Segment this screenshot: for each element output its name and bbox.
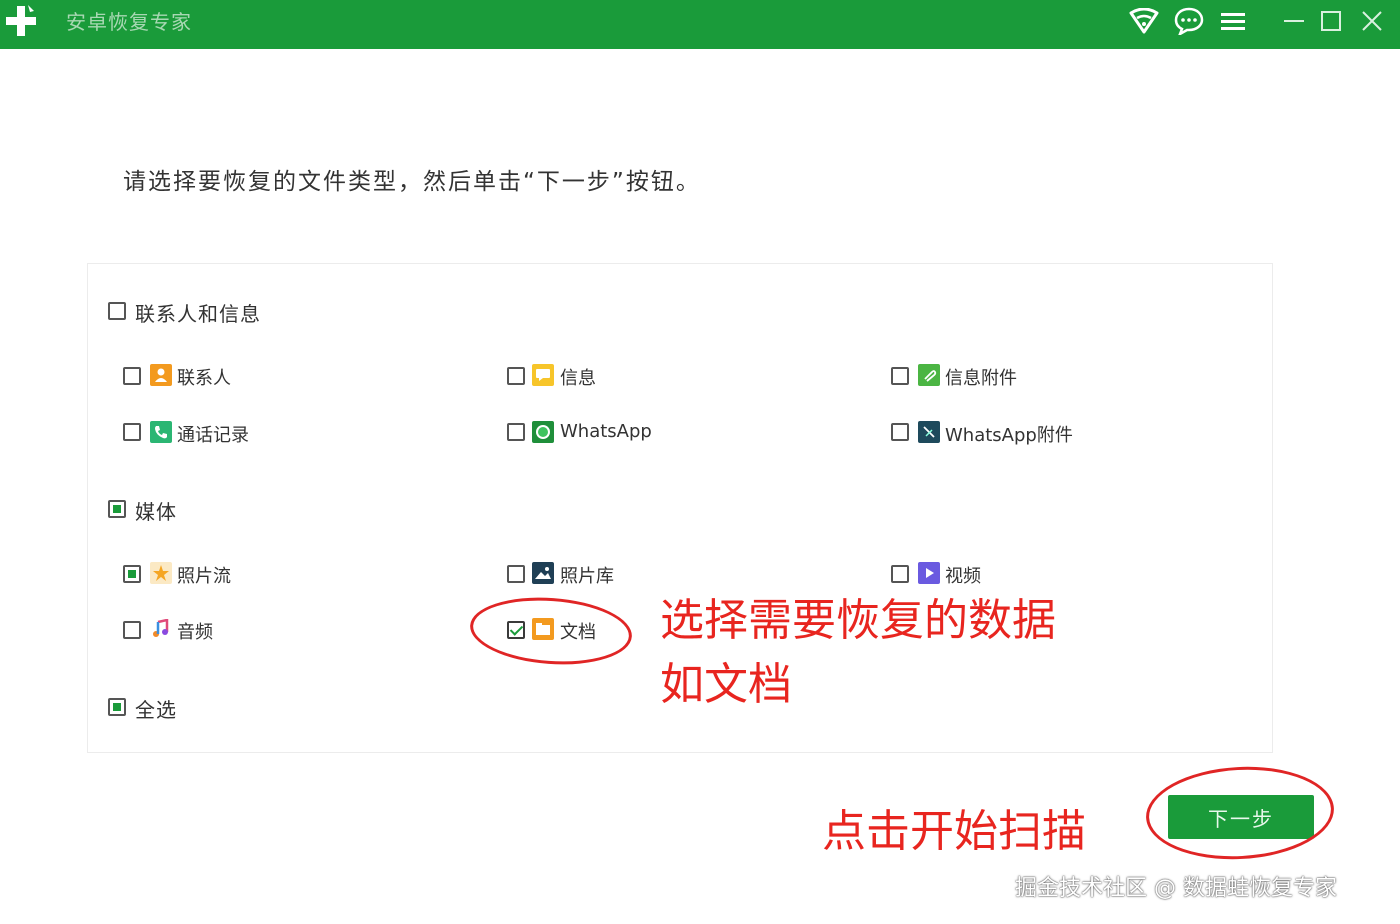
- contacts-messages-group-label: 联系人和信息: [135, 302, 261, 326]
- start-scan-annotation: 点击开始扫描: [822, 806, 1086, 857]
- instruction-text: 请选择要恢复的文件类型，然后单击“下一步”按钮。: [123, 169, 701, 195]
- maximize-icon[interactable]: [1316, 6, 1346, 36]
- select-data-annotation-line2: 如文档: [660, 659, 792, 710]
- music-note-icon: [150, 618, 172, 640]
- close-icon[interactable]: [1357, 6, 1387, 36]
- phone-icon: [150, 421, 172, 443]
- menu-icon[interactable]: [1218, 6, 1248, 36]
- messages-checkbox[interactable]: [507, 367, 525, 385]
- video-label: 视频: [945, 566, 981, 587]
- whatsapp-attachments-icon: [918, 421, 940, 443]
- select-data-annotation: 选择需要恢复的数据 如文档: [660, 592, 1056, 714]
- media-group-label: 媒体: [135, 500, 177, 524]
- minimize-icon[interactable]: [1279, 6, 1309, 36]
- whatsapp-icon: [532, 421, 554, 443]
- title-bar: 安卓恢复专家: [0, 0, 1400, 49]
- app-title: 安卓恢复专家: [66, 10, 192, 34]
- whatsapp-checkbox[interactable]: [507, 423, 525, 441]
- next-button-highlight-circle: [1143, 762, 1337, 864]
- star-icon: [150, 562, 172, 584]
- select-all-label: 全选: [135, 698, 177, 722]
- call-log-checkbox[interactable]: [123, 423, 141, 441]
- message-attachments-label: 信息附件: [945, 368, 1017, 389]
- whatsapp-attachments-checkbox[interactable]: [891, 423, 909, 441]
- call-log-label: 通话记录: [177, 425, 249, 446]
- chat-icon[interactable]: [1174, 6, 1204, 36]
- contacts-label: 联系人: [177, 368, 231, 389]
- whatsapp-attachments-label: WhatsApp附件: [945, 425, 1073, 446]
- wifi-icon[interactable]: [1129, 6, 1159, 36]
- photo-library-label: 照片库: [560, 566, 614, 587]
- photo-stream-label: 照片流: [177, 566, 231, 587]
- select-all-checkbox[interactable]: [108, 698, 126, 716]
- photo-library-checkbox[interactable]: [507, 565, 525, 583]
- contacts-checkbox[interactable]: [123, 367, 141, 385]
- contacts-icon: [150, 364, 172, 386]
- video-icon: [918, 562, 940, 584]
- messages-icon: [532, 364, 554, 386]
- message-attachments-icon: [918, 364, 940, 386]
- photo-stream-checkbox[interactable]: [123, 565, 141, 583]
- messages-label: 信息: [560, 368, 596, 389]
- select-data-annotation-line1: 选择需要恢复的数据: [660, 595, 1056, 646]
- contacts-messages-group-checkbox[interactable]: [108, 302, 126, 320]
- video-checkbox[interactable]: [891, 565, 909, 583]
- photo-library-icon: [532, 562, 554, 584]
- media-group-checkbox[interactable]: [108, 500, 126, 518]
- audio-checkbox[interactable]: [123, 621, 141, 639]
- message-attachments-checkbox[interactable]: [891, 367, 909, 385]
- audio-label: 音频: [177, 622, 213, 643]
- watermark: 掘金技术社区 @ 数据蛙恢复专家: [1015, 876, 1337, 901]
- whatsapp-label: WhatsApp: [560, 421, 652, 442]
- app-logo-icon: [6, 5, 36, 36]
